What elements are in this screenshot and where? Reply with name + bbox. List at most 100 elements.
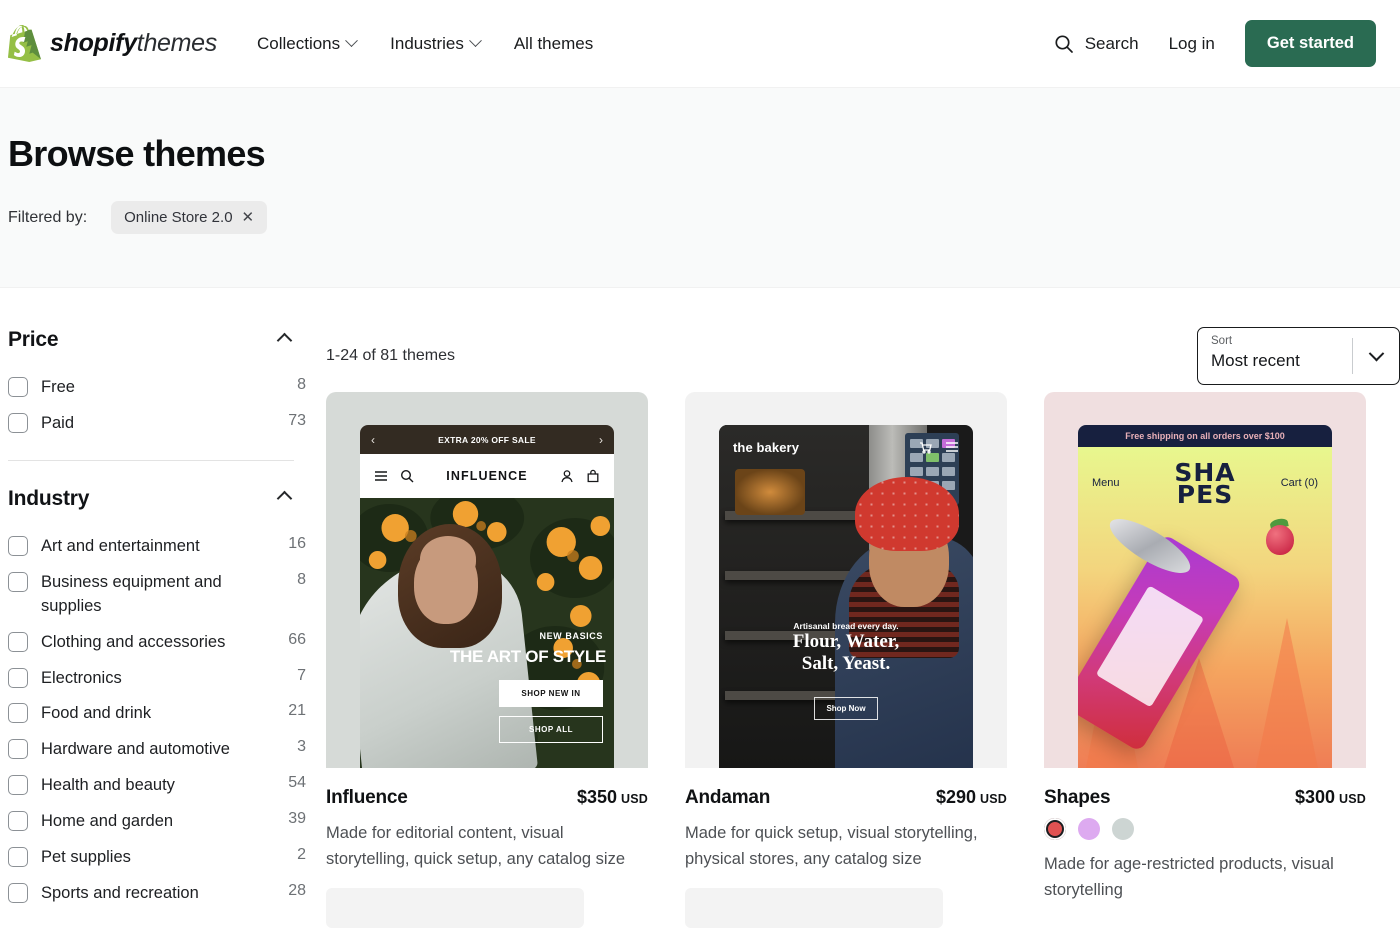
hamburger-icon[interactable]: [945, 440, 959, 454]
theme-card-shapes[interactable]: Free shipping on all orders over $100 Me…: [1044, 392, 1366, 928]
checkbox-paid[interactable]: [8, 412, 28, 433]
filter-label-clothing-and-accessories: Clothing and accessories: [41, 632, 226, 651]
hero-primary-button[interactable]: Shop Now: [814, 697, 878, 720]
checkbox-business-equipment-and-supplies[interactable]: [8, 571, 28, 592]
theme-title-row: Shapes $300 USD: [1044, 787, 1366, 809]
filter-chip-label: Online Store 2.0: [124, 209, 233, 226]
theme-action-placeholder[interactable]: [685, 888, 943, 929]
theme-card-influence[interactable]: ‹ EXTRA 20% OFF SALE › INFLUENCE NEW BAS…: [326, 392, 648, 929]
device-frame: the bakery Artisanal bread every day. Fl…: [719, 425, 973, 768]
swatch-gray[interactable]: [1112, 818, 1134, 840]
filter-option-paid[interactable]: Paid 73: [8, 406, 310, 442]
filter-option-art-and-entertainment[interactable]: Art and entertainment 16: [8, 529, 310, 565]
filter-label-business-equipment-and-supplies: Business equipment and supplies: [41, 572, 222, 615]
checkbox-home-and-garden[interactable]: [8, 811, 28, 832]
cart-button[interactable]: Cart (0): [1281, 477, 1318, 489]
account-icon[interactable]: [560, 469, 574, 483]
sort-caret-button[interactable]: [1353, 328, 1399, 384]
theme-price: $290: [935, 787, 976, 807]
hero-headline-line1: Flour, Water,: [792, 631, 900, 652]
theme-action-placeholder[interactable]: [326, 888, 584, 929]
checkbox-electronics[interactable]: [8, 667, 28, 688]
theme-description: Made for age-restricted products, visual…: [1044, 855, 1334, 899]
chevron-left-icon[interactable]: ‹: [371, 434, 375, 446]
facet-industry: Industry Art and entertainment 16 Busine…: [8, 479, 310, 912]
nav-item-all-themes[interactable]: All themes: [514, 34, 593, 54]
filter-option-hardware-and-automotive[interactable]: Hardware and automotive 3: [8, 732, 310, 768]
facet-price-title: Price: [8, 328, 59, 351]
cart-icon[interactable]: [918, 440, 932, 454]
filter-option-business-equipment-and-supplies[interactable]: Business equipment and supplies 8: [8, 565, 310, 625]
search-icon[interactable]: [400, 469, 414, 483]
checkbox-clothing-and-accessories[interactable]: [8, 631, 28, 652]
hero-primary-button[interactable]: SHOP NEW IN: [499, 680, 603, 707]
decorative-ray: [1256, 618, 1318, 768]
facet-price-header[interactable]: Price: [8, 320, 310, 360]
can-label: [1095, 585, 1205, 708]
hero-image: the bakery Artisanal bread every day. Fl…: [719, 425, 973, 768]
checkbox-food-and-drink[interactable]: [8, 703, 28, 724]
theme-name: Shapes: [1044, 787, 1111, 808]
filter-option-pet-supplies[interactable]: Pet supplies 2: [8, 840, 310, 876]
filter-option-home-and-garden[interactable]: Home and garden 39: [8, 804, 310, 840]
store-nav: INFLUENCE: [360, 454, 614, 498]
hero-secondary-button[interactable]: SHOP ALL: [499, 716, 603, 743]
active-filters-row: Filtered by: Online Store 2.0 ✕: [8, 201, 1400, 234]
theme-title-row: Andaman $290 USD: [685, 787, 1007, 809]
nav-item-collections[interactable]: Collections: [257, 34, 359, 54]
sort-select[interactable]: Sort Most recent: [1197, 327, 1400, 385]
results-area: 1-24 of 81 themes Sort Most recent ‹ EXT…: [326, 288, 1400, 929]
search-button[interactable]: Search: [1054, 34, 1139, 54]
search-icon: [1054, 34, 1074, 54]
filter-label-pet-supplies: Pet supplies: [41, 848, 131, 867]
store-logo: the bakery: [733, 439, 800, 455]
filter-label-sports-and-recreation: Sports and recreation: [41, 884, 199, 903]
filter-count-hardware-and-automotive: 3: [297, 738, 306, 756]
nav-item-industries[interactable]: Industries: [390, 34, 482, 54]
announcement-bar: Free shipping on all orders over $100: [1078, 425, 1332, 447]
filter-option-health-and-beauty[interactable]: Health and beauty 54: [8, 768, 310, 804]
get-started-button[interactable]: Get started: [1244, 20, 1376, 67]
filters-sidebar: Price Free 8 Paid 73 Industry Art and en…: [8, 288, 326, 928]
page-hero: Browse themes Filtered by: Online Store …: [0, 88, 1400, 288]
filter-option-sports-and-recreation[interactable]: Sports and recreation 28: [8, 876, 310, 912]
filter-option-food-and-drink[interactable]: Food and drink 21: [8, 696, 310, 732]
checkbox-art-and-entertainment[interactable]: [8, 535, 28, 556]
theme-preview-influence[interactable]: ‹ EXTRA 20% OFF SALE › INFLUENCE NEW BAS…: [326, 392, 648, 768]
checkbox-free[interactable]: [8, 377, 28, 397]
filter-label-food-and-drink: Food and drink: [41, 704, 152, 723]
hero-headline-line2: Salt, Yeast.: [801, 653, 891, 675]
chevron-up-icon[interactable]: [276, 332, 293, 348]
swatch-purple[interactable]: [1078, 818, 1100, 840]
checkbox-pet-supplies[interactable]: [8, 847, 28, 868]
swatch-red[interactable]: [1044, 818, 1066, 840]
login-link[interactable]: Log in: [1169, 34, 1215, 54]
brand-logo-link[interactable]: shopifythemes: [8, 24, 217, 63]
filter-option-electronics[interactable]: Electronics 7: [8, 661, 310, 697]
theme-card-andaman[interactable]: the bakery Artisanal bread every day. Fl…: [685, 392, 1007, 929]
theme-preview-shapes[interactable]: Free shipping on all orders over $100 Me…: [1044, 392, 1366, 768]
chevron-up-icon[interactable]: [276, 491, 293, 507]
facet-price: Price Free 8 Paid 73: [8, 320, 310, 442]
filter-option-free[interactable]: Free 8: [8, 370, 310, 406]
filter-chip-online-store-2[interactable]: Online Store 2.0 ✕: [111, 201, 268, 234]
close-icon[interactable]: ✕: [242, 210, 255, 225]
theme-preview-andaman[interactable]: the bakery Artisanal bread every day. Fl…: [685, 392, 1007, 768]
filter-count-art-and-entertainment: 16: [288, 534, 306, 552]
menu-button[interactable]: Menu: [1092, 477, 1120, 489]
checkbox-health-and-beauty[interactable]: [8, 775, 28, 796]
filter-label-free: Free: [41, 378, 75, 396]
checkbox-sports-and-recreation[interactable]: [8, 883, 28, 904]
filter-label-electronics: Electronics: [41, 668, 122, 687]
main-nav: Collections Industries All themes: [257, 34, 593, 54]
facet-industry-header[interactable]: Industry: [8, 479, 310, 519]
hamburger-icon[interactable]: [374, 469, 388, 483]
hero-image: NEW BASICS THE ART OF STYLE SHOP NEW IN …: [360, 498, 614, 768]
chevron-right-icon[interactable]: ›: [599, 434, 603, 446]
raspberry-icon: [1266, 525, 1294, 555]
filter-count-home-and-garden: 39: [288, 810, 306, 828]
bag-icon[interactable]: [586, 469, 600, 483]
filter-option-clothing-and-accessories[interactable]: Clothing and accessories 66: [8, 625, 310, 661]
checkbox-hardware-and-automotive[interactable]: [8, 739, 28, 760]
chevron-down-icon: [468, 34, 482, 48]
